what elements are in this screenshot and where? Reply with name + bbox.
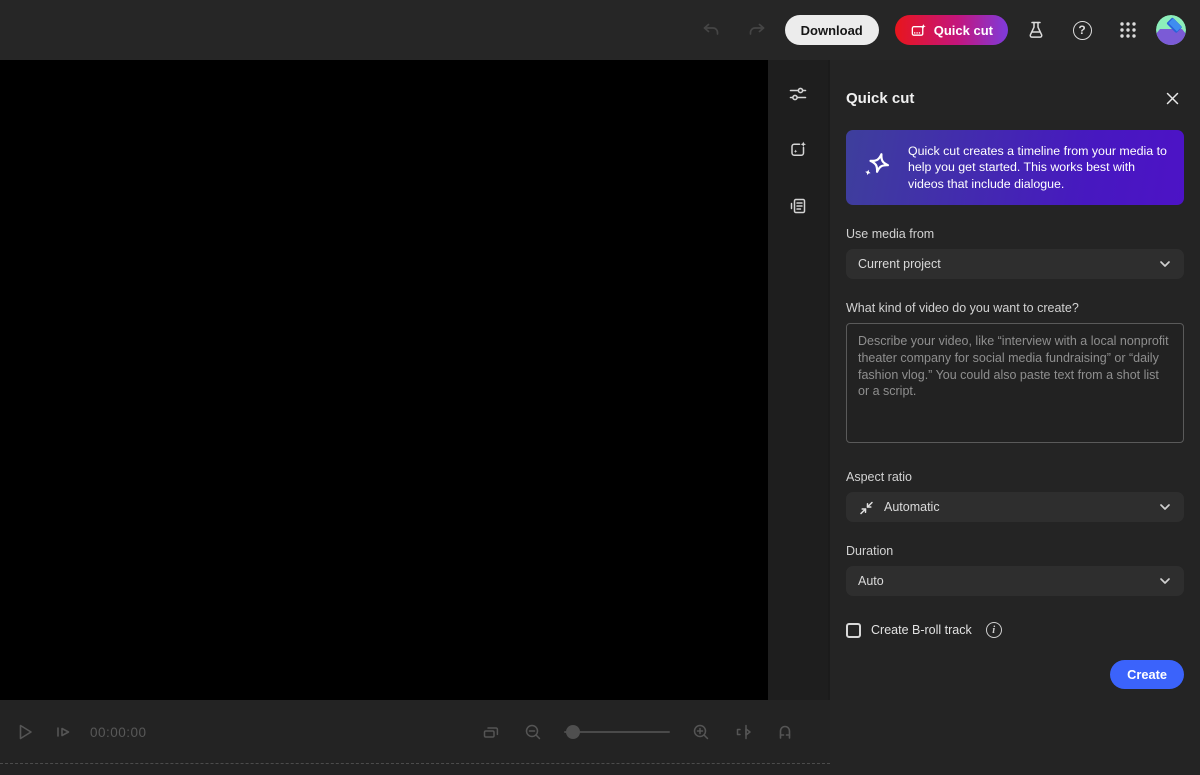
duration-select[interactable]: Auto bbox=[846, 566, 1184, 596]
help-glyph: ? bbox=[1073, 21, 1092, 40]
fit-timeline-icon[interactable] bbox=[480, 721, 502, 743]
aspect-ratio-label: Aspect ratio bbox=[846, 470, 1184, 484]
magnet-snap-icon[interactable] bbox=[774, 721, 796, 743]
quick-cut-button[interactable]: Quick cut bbox=[895, 15, 1008, 45]
playback-controls: 00:00:00 bbox=[14, 700, 147, 764]
quick-cut-panel: Quick cut Quick cut creates a timeline f… bbox=[830, 60, 1200, 775]
timeline-zoom-controls bbox=[480, 700, 796, 764]
info-icon[interactable]: i bbox=[986, 622, 1002, 638]
sparkle-icon bbox=[846, 150, 908, 186]
zoom-out-icon[interactable] bbox=[522, 721, 544, 743]
broll-checkbox[interactable] bbox=[846, 623, 861, 638]
media-source-select[interactable]: Current project bbox=[846, 249, 1184, 279]
timeline-drop-zone-border bbox=[0, 763, 830, 764]
create-button[interactable]: Create bbox=[1110, 660, 1184, 689]
ai-edit-icon[interactable] bbox=[782, 134, 814, 166]
redo-icon[interactable] bbox=[739, 12, 775, 48]
video-preview[interactable] bbox=[0, 60, 768, 700]
zoom-in-icon[interactable] bbox=[690, 721, 712, 743]
side-tool-strip bbox=[768, 60, 830, 700]
close-icon[interactable] bbox=[1160, 86, 1184, 110]
quick-cut-icon bbox=[910, 22, 927, 39]
top-bar: Download Quick cut ? bbox=[0, 0, 1200, 60]
banner-text: Quick cut creates a timeline from your m… bbox=[908, 143, 1184, 193]
quick-cut-info-banner: Quick cut creates a timeline from your m… bbox=[846, 130, 1184, 205]
media-source-label: Use media from bbox=[846, 227, 1184, 241]
broll-label: Create B-roll track bbox=[871, 623, 972, 637]
timeline-zoom-slider[interactable] bbox=[564, 725, 670, 739]
quick-cut-button-label: Quick cut bbox=[934, 23, 993, 38]
transport-bar: 00:00:00 bbox=[0, 700, 830, 775]
download-button[interactable]: Download bbox=[785, 15, 879, 45]
zoom-slider-knob[interactable] bbox=[566, 725, 580, 739]
aspect-automatic-icon bbox=[858, 499, 875, 516]
aspect-ratio-value: Automatic bbox=[884, 500, 940, 514]
undo-icon[interactable] bbox=[693, 12, 729, 48]
chevron-down-icon bbox=[1158, 500, 1172, 514]
top-bar-actions: Download Quick cut ? bbox=[693, 0, 1186, 60]
transcript-icon[interactable] bbox=[782, 190, 814, 222]
chevron-down-icon bbox=[1158, 257, 1172, 271]
avatar[interactable] bbox=[1156, 15, 1186, 45]
panel-header: Quick cut bbox=[846, 86, 1184, 110]
help-icon[interactable]: ? bbox=[1064, 12, 1100, 48]
prompt-input[interactable] bbox=[846, 323, 1184, 443]
prompt-label: What kind of video do you want to create… bbox=[846, 301, 1184, 315]
media-source-value: Current project bbox=[858, 257, 941, 271]
panel-title: Quick cut bbox=[846, 90, 914, 107]
duration-label: Duration bbox=[846, 544, 1184, 558]
experiments-flask-icon[interactable] bbox=[1018, 12, 1054, 48]
create-row: Create bbox=[846, 660, 1184, 689]
aspect-ratio-select[interactable]: Automatic bbox=[846, 492, 1184, 522]
split-clip-icon[interactable] bbox=[732, 721, 754, 743]
timecode: 00:00:00 bbox=[90, 725, 147, 740]
duration-value: Auto bbox=[858, 574, 884, 588]
loop-playback-icon[interactable] bbox=[52, 721, 74, 743]
play-icon[interactable] bbox=[14, 721, 36, 743]
chevron-down-icon bbox=[1158, 574, 1172, 588]
apps-grid-icon[interactable] bbox=[1110, 12, 1146, 48]
adjust-sliders-icon[interactable] bbox=[782, 78, 814, 110]
broll-row: Create B-roll track i bbox=[846, 622, 1184, 638]
